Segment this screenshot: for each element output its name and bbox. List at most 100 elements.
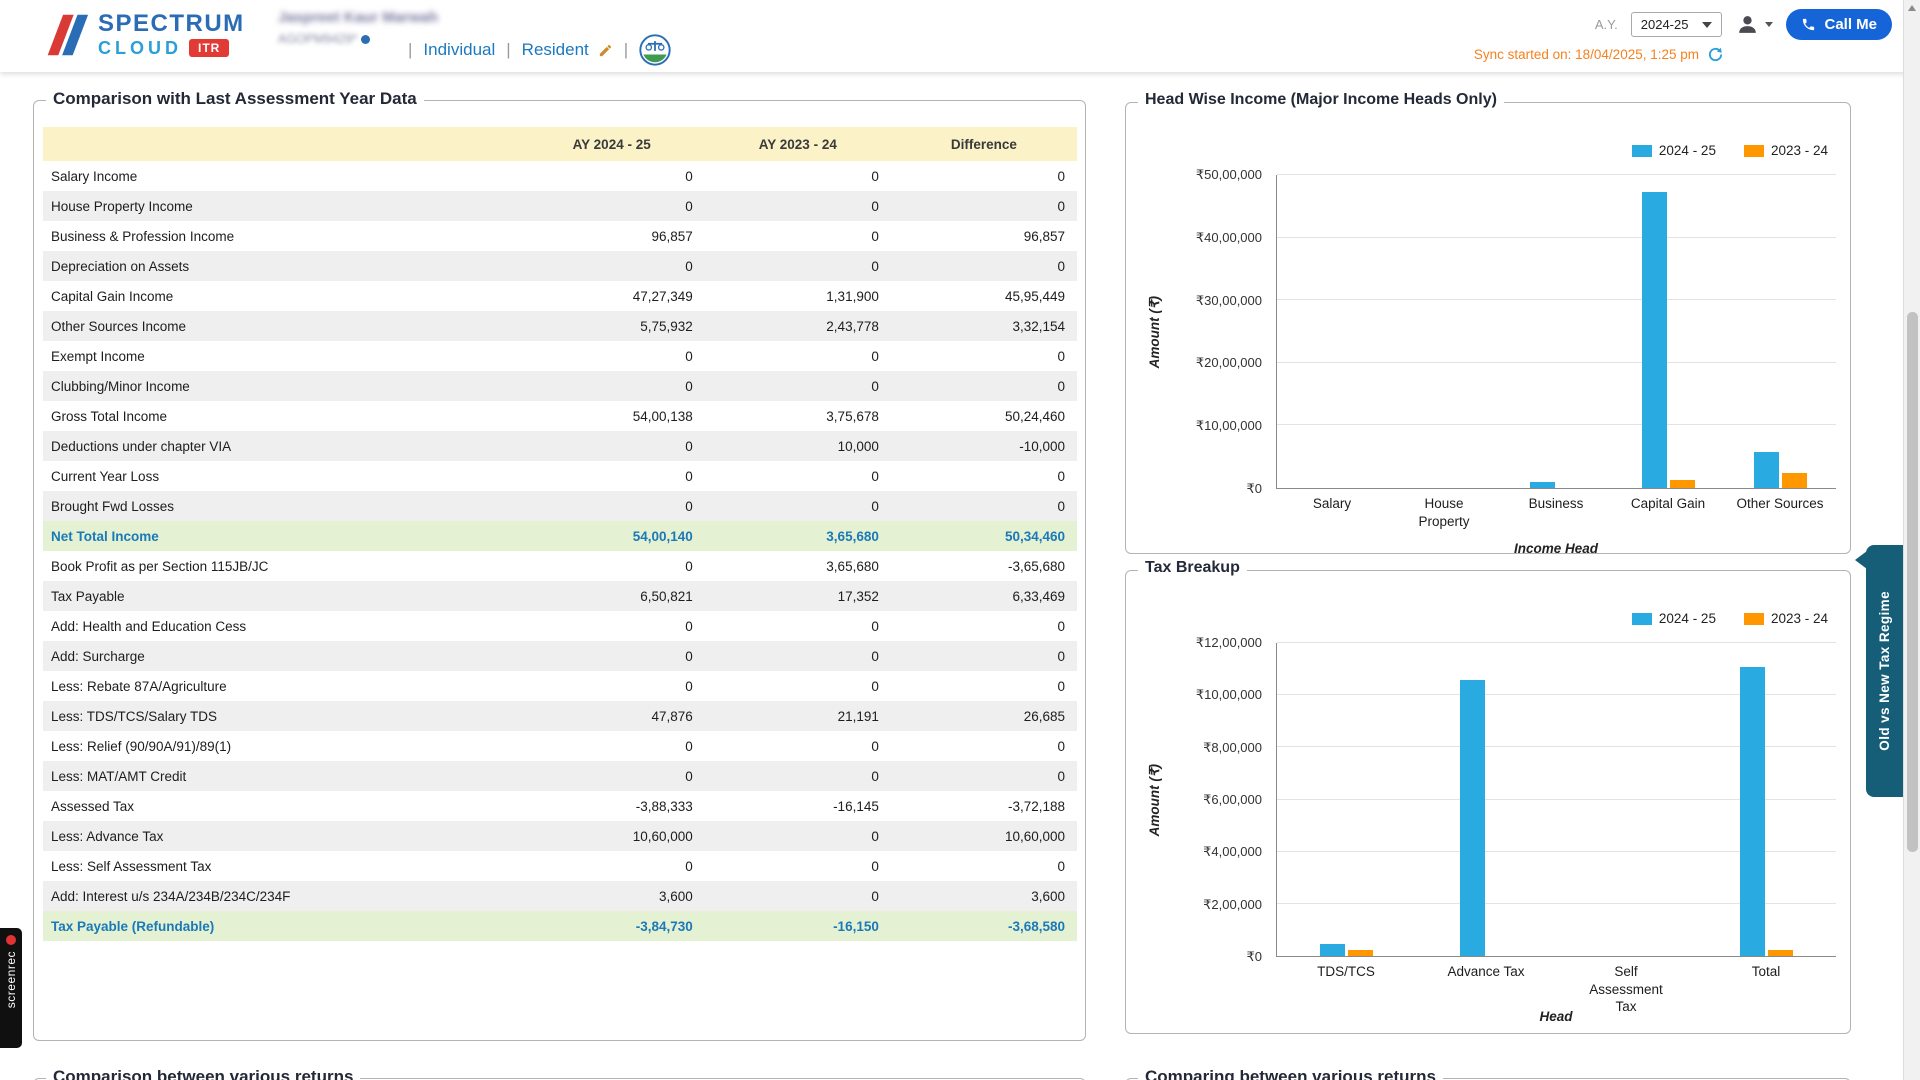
row-label: Brought Fwd Losses (43, 491, 519, 521)
x-tick-label: Salary (1276, 495, 1388, 530)
row-value: 10,000 (705, 431, 891, 461)
residency-status: Resident (522, 40, 589, 60)
row-value: 1,31,900 (705, 281, 891, 311)
row-value: 0 (519, 191, 705, 221)
table-row: Capital Gain Income47,27,3491,31,90045,9… (43, 281, 1077, 311)
row-value: -3,72,188 (891, 791, 1077, 821)
legend-swatch-icon (1632, 145, 1652, 157)
table-row: Add: Surcharge000 (43, 641, 1077, 671)
call-me-label: Call Me (1824, 16, 1877, 33)
row-value: 0 (891, 641, 1077, 671)
row-value: 17,352 (705, 581, 891, 611)
assessment-year-dropdown[interactable]: 2024-25 (1631, 12, 1723, 37)
row-value: 0 (891, 671, 1077, 701)
row-value: 0 (705, 371, 891, 401)
row-value: 0 (891, 461, 1077, 491)
row-value: 3,75,678 (705, 401, 891, 431)
scroll-up-button[interactable] (1904, 0, 1920, 16)
table-row: Current Year Loss000 (43, 461, 1077, 491)
row-value: 0 (519, 671, 705, 701)
head-wise-income-panel: Head Wise Income (Major Income Heads Onl… (1125, 102, 1851, 554)
call-me-button[interactable]: Call Me (1786, 9, 1892, 40)
bar-group (1696, 643, 1836, 956)
table-row: Depreciation on Assets000 (43, 251, 1077, 281)
bar-2023-24 (1670, 480, 1695, 488)
y-tick-label: ₹20,00,000 (1196, 355, 1262, 371)
col-header-ay2324: AY 2023 - 24 (705, 127, 891, 161)
table-row: Less: MAT/AMT Credit000 (43, 761, 1077, 791)
chart-title: Tax Breakup (1138, 559, 1247, 577)
table-row: Other Sources Income5,75,9322,43,7783,32… (43, 311, 1077, 341)
bar-2024-25 (1320, 944, 1345, 956)
row-value: 3,65,680 (705, 551, 891, 581)
row-value: 5,75,932 (519, 311, 705, 341)
legend-swatch-icon (1744, 145, 1764, 157)
itr-badge: ITR (189, 39, 229, 57)
row-value: 0 (519, 851, 705, 881)
row-value: 0 (519, 491, 705, 521)
y-tick-label: ₹10,00,000 (1196, 687, 1262, 703)
y-tick-label: ₹6,00,000 (1203, 792, 1262, 808)
bar-2023-24 (1782, 473, 1807, 488)
row-value: 45,95,449 (891, 281, 1077, 311)
row-value: 0 (891, 761, 1077, 791)
table-header-row: AY 2024 - 25 AY 2023 - 24 Difference (43, 127, 1077, 161)
row-value: 0 (891, 371, 1077, 401)
row-label: Capital Gain Income (43, 281, 519, 311)
row-value: 0 (891, 161, 1077, 191)
bars-container (1277, 175, 1836, 488)
row-value: 96,857 (519, 221, 705, 251)
row-value: 0 (705, 641, 891, 671)
table-row: Net Total Income54,00,1403,65,68050,34,4… (43, 521, 1077, 551)
old-vs-new-tax-regime-tab[interactable]: Old vs New Tax Regime (1866, 545, 1903, 797)
row-value: -16,150 (705, 911, 891, 941)
scrollbar[interactable] (1903, 0, 1920, 1080)
up-arrow-icon (1908, 5, 1916, 11)
row-value: -3,84,730 (519, 911, 705, 941)
row-value: 0 (891, 341, 1077, 371)
y-tick-label: ₹10,00,000 (1196, 418, 1262, 434)
row-label: Salary Income (43, 161, 519, 191)
row-label: Net Total Income (43, 521, 519, 551)
row-value: 0 (519, 461, 705, 491)
row-value: 0 (705, 851, 891, 881)
row-label: Clubbing/Minor Income (43, 371, 519, 401)
chevron-down-icon (1765, 22, 1773, 27)
row-value: 0 (519, 611, 705, 641)
y-tick-label: ₹40,00,000 (1196, 230, 1262, 246)
row-value: 10,60,000 (519, 821, 705, 851)
bar-2023-24 (1768, 950, 1793, 956)
row-value: 21,191 (705, 701, 891, 731)
plot-area (1276, 175, 1836, 489)
bar-2024-25 (1460, 680, 1485, 956)
table-row: Business & Profession Income96,857096,85… (43, 221, 1077, 251)
table-row: Book Profit as per Section 115JB/JC03,65… (43, 551, 1077, 581)
row-value: 0 (705, 821, 891, 851)
table-row: House Property Income000 (43, 191, 1077, 221)
row-value: 0 (891, 611, 1077, 641)
row-value: 2,43,778 (705, 311, 891, 341)
user-name: Jaspreet Kaur Marwah (278, 9, 438, 26)
row-value: 0 (891, 851, 1077, 881)
row-value: 96,857 (891, 221, 1077, 251)
brand-text: SPECTRUM CLOUD ITR (98, 12, 245, 57)
bar-2024-25 (1642, 192, 1667, 488)
row-value: 0 (519, 731, 705, 761)
row-label: Add: Health and Education Cess (43, 611, 519, 641)
row-value: 0 (705, 761, 891, 791)
brand-cloud: CLOUD (98, 39, 182, 57)
scrollbar-thumb[interactable] (1907, 312, 1918, 852)
edit-pencil-icon[interactable] (598, 43, 613, 58)
x-tick-label: House Property (1388, 495, 1500, 530)
row-value: -3,88,333 (519, 791, 705, 821)
refresh-icon[interactable] (1707, 46, 1724, 63)
row-label: Less: Self Assessment Tax (43, 851, 519, 881)
row-label: Current Year Loss (43, 461, 519, 491)
row-value: 3,600 (891, 881, 1077, 911)
screenrec-widget[interactable]: screenrec (0, 928, 22, 1048)
spectrum-logo: SPECTRUM CLOUD ITR (40, 12, 245, 57)
app-header: SPECTRUM CLOUD ITR Jaspreet Kaur Marwah … (0, 0, 1920, 72)
row-label: Less: Relief (90/90A/91)/89(1) (43, 731, 519, 761)
y-tick-label: ₹4,00,000 (1203, 844, 1262, 860)
profile-menu-button[interactable] (1735, 12, 1773, 37)
